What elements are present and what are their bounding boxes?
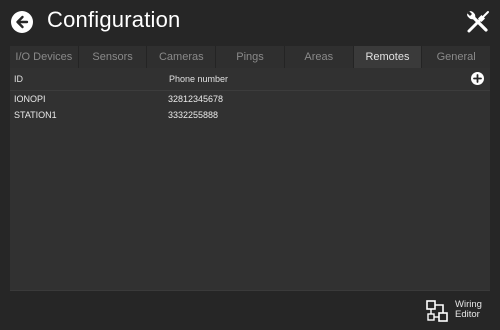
footer-bar: Wiring Editor xyxy=(0,292,500,330)
tools-button[interactable] xyxy=(464,8,492,36)
tab-areas[interactable]: Areas xyxy=(284,46,354,68)
tab-bar: I/O Devices Sensors Cameras Pings Areas … xyxy=(10,46,491,68)
header-bar: Configuration xyxy=(0,0,500,44)
cell-phone: 32812345678 xyxy=(168,94,224,104)
table-row[interactable]: STATION1 3332255888 xyxy=(10,108,490,124)
tab-sensors[interactable]: Sensors xyxy=(78,46,148,68)
page-title: Configuration xyxy=(47,7,181,32)
wiring-editor-button[interactable]: Wiring Editor xyxy=(426,296,488,326)
tab-remotes[interactable]: Remotes xyxy=(353,46,423,68)
tab-general[interactable]: General xyxy=(422,46,491,68)
tab-io-devices[interactable]: I/O Devices xyxy=(10,46,79,68)
add-remote-button[interactable] xyxy=(471,72,484,85)
column-header-phone: Phone number xyxy=(169,74,229,84)
plus-icon xyxy=(473,74,482,83)
table-row[interactable]: IONOPI 32812345678 xyxy=(10,92,490,108)
wiring-diagram-icon xyxy=(426,300,448,322)
cell-phone: 3332255888 xyxy=(168,110,219,120)
column-header-id: ID xyxy=(14,74,23,84)
remotes-table: ID Phone number IONOPI 32812345678 STATI… xyxy=(10,68,490,291)
tab-cameras[interactable]: Cameras xyxy=(147,46,217,68)
cell-id: STATION1 xyxy=(14,110,57,120)
back-button[interactable] xyxy=(11,11,33,33)
tab-pings[interactable]: Pings xyxy=(216,46,285,68)
cell-id: IONOPI xyxy=(14,94,46,104)
wrench-screwdriver-icon xyxy=(467,11,489,33)
wiring-editor-label: Wiring Editor xyxy=(455,300,482,320)
arrow-left-icon xyxy=(16,15,29,29)
wiring-label-line2: Editor xyxy=(455,309,480,320)
table-header: ID Phone number xyxy=(10,68,490,91)
